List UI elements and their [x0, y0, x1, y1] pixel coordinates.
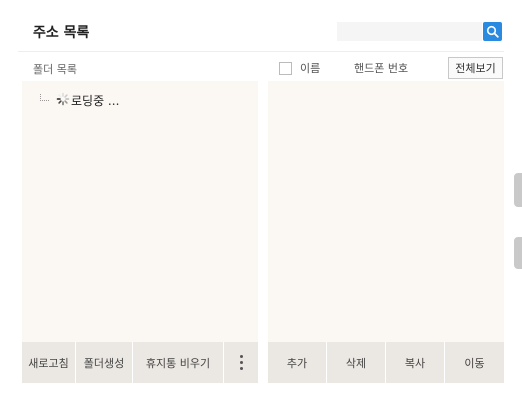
- more-button[interactable]: [224, 342, 258, 383]
- select-all-checkbox[interactable]: [279, 62, 292, 75]
- add-button[interactable]: 추가: [268, 342, 327, 383]
- folder-tree-panel[interactable]: [22, 81, 258, 342]
- refresh-button[interactable]: 새로고침: [22, 342, 76, 383]
- column-header-phone[interactable]: 핸드폰 번호: [354, 60, 408, 76]
- tree-connector: [40, 94, 49, 101]
- create-folder-button[interactable]: 폴더생성: [76, 342, 133, 383]
- side-handle-top[interactable]: [514, 173, 522, 207]
- side-handle-bottom[interactable]: [514, 237, 522, 269]
- page-title: 주소 목록: [33, 25, 90, 41]
- folder-actions-bar: 새로고침 폴더생성 휴지통 비우기: [22, 342, 258, 383]
- loading-spinner-icon: [56, 92, 70, 106]
- column-header-name[interactable]: 이름: [300, 60, 320, 76]
- contact-actions-bar: 추가 삭제 복사 이동: [268, 342, 504, 383]
- search-input[interactable]: [337, 22, 482, 41]
- folder-list-label: 폴더 목록: [33, 63, 77, 76]
- move-button[interactable]: 이동: [445, 342, 504, 383]
- header-divider: [18, 51, 504, 52]
- view-all-button[interactable]: 전체보기: [448, 57, 503, 79]
- delete-button[interactable]: 삭제: [327, 342, 386, 383]
- contact-list-panel[interactable]: [268, 81, 504, 342]
- vertical-ellipsis-icon: [239, 355, 243, 370]
- empty-trash-button[interactable]: 휴지통 비우기: [133, 342, 224, 383]
- loading-text: 로딩중 ...: [71, 94, 120, 108]
- copy-button[interactable]: 복사: [386, 342, 445, 383]
- search-icon: [486, 25, 499, 38]
- search-button[interactable]: [483, 22, 502, 41]
